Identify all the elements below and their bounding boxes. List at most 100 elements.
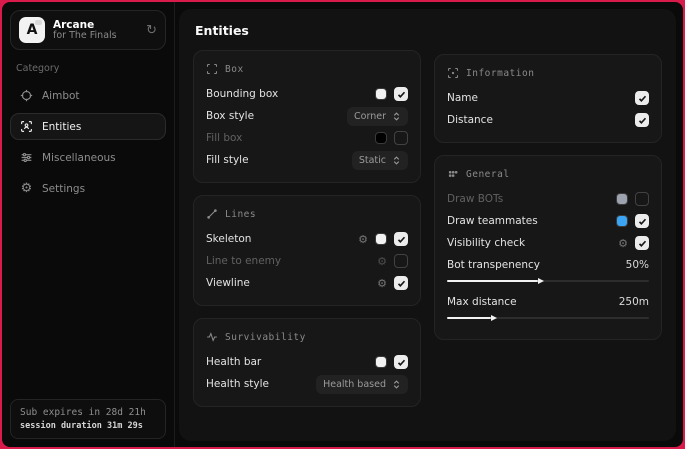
panel-title: Lines	[225, 209, 256, 220]
panel-information: Information Name Distance	[434, 54, 662, 143]
app-window: A Arcane for The Finals ↻ Category Aimbo…	[2, 2, 683, 447]
bounding-box-checkbox[interactable]	[394, 87, 408, 101]
setting-row-max-distance: Max distance 250m	[447, 291, 649, 313]
right-column: Information Name Distance	[434, 54, 662, 407]
color-swatch[interactable]	[375, 356, 387, 368]
setting-label: Bot transpenency	[447, 259, 540, 271]
gear-icon[interactable]: ⚙	[377, 278, 387, 289]
scan-dot-icon	[447, 67, 459, 79]
color-swatch[interactable]	[375, 88, 387, 100]
sidebar-item-label: Settings	[42, 183, 85, 195]
chevron-up-down-icon	[392, 380, 401, 389]
chevron-up-down-icon	[392, 156, 401, 165]
setting-label: Health bar	[206, 356, 261, 368]
max-distance-slider[interactable]	[447, 317, 649, 319]
panel-lines: Lines Skeleton ⚙ Line to enemy	[193, 195, 421, 306]
pulse-icon	[206, 331, 218, 343]
left-column: Box Bounding box Box style	[193, 50, 421, 407]
panel-box: Box Bounding box Box style	[193, 50, 421, 183]
setting-row-line-to-enemy: Line to enemy ⚙	[206, 250, 408, 272]
setting-row-distance: Distance	[447, 109, 649, 131]
max-distance-value: 250m	[619, 296, 649, 308]
main-content: Entities Box Bounding box	[179, 9, 676, 441]
check-icon	[397, 279, 406, 288]
setting-row-bot-transparency: Bot transpenency 50%	[447, 254, 649, 276]
visibility-check-checkbox[interactable]	[635, 236, 649, 250]
dropdown-value: Health based	[323, 379, 386, 390]
check-icon	[638, 239, 647, 248]
slider-thumb[interactable]	[491, 315, 497, 321]
setting-row-box-style: Box style Corner	[206, 105, 408, 127]
health-style-dropdown[interactable]: Health based	[316, 375, 408, 394]
app-title: Arcane	[53, 19, 138, 31]
setting-row-health-bar: Health bar	[206, 351, 408, 373]
health-bar-checkbox[interactable]	[394, 355, 408, 369]
dropdown-value: Static	[359, 155, 386, 166]
color-swatch[interactable]	[616, 193, 628, 205]
color-swatch[interactable]	[375, 132, 387, 144]
name-checkbox[interactable]	[635, 91, 649, 105]
draw-teammates-checkbox[interactable]	[635, 214, 649, 228]
setting-label: Visibility check	[447, 237, 525, 249]
setting-row-fill-style: Fill style Static	[206, 149, 408, 171]
setting-label: Name	[447, 92, 478, 104]
sidebar-item-aimbot[interactable]: Aimbot	[10, 82, 166, 109]
setting-label: Skeleton	[206, 233, 251, 245]
sidebar-item-label: Miscellaneous	[42, 152, 116, 164]
setting-label: Fill box	[206, 132, 242, 144]
gear-icon: ⚙	[20, 182, 33, 195]
slider-fill	[447, 280, 538, 282]
check-icon	[638, 94, 647, 103]
sidebar-item-settings[interactable]: ⚙ Settings	[10, 175, 166, 202]
setting-label: Bounding box	[206, 88, 278, 100]
subscription-expiry: Sub expires in 28d 21h	[20, 407, 156, 418]
sidebar-item-entities[interactable]: Entities	[10, 113, 166, 140]
fill-box-checkbox[interactable]	[394, 131, 408, 145]
color-swatch[interactable]	[616, 215, 628, 227]
setting-row-draw-bots: Draw BOTs	[447, 188, 649, 210]
bot-transparency-value: 50%	[626, 259, 649, 271]
fill-style-dropdown[interactable]: Static	[352, 151, 408, 170]
color-swatch[interactable]	[375, 233, 387, 245]
check-icon	[397, 235, 406, 244]
setting-label: Health style	[206, 378, 269, 390]
grid-dots-icon	[447, 168, 459, 180]
slider-thumb[interactable]	[538, 278, 544, 284]
sidebar-item-label: Aimbot	[42, 90, 80, 102]
sidebar-item-miscellaneous[interactable]: Miscellaneous	[10, 144, 166, 171]
viewline-checkbox[interactable]	[394, 276, 408, 290]
sidebar: A Arcane for The Finals ↻ Category Aimbo…	[2, 2, 175, 447]
check-icon	[397, 90, 406, 99]
page-title: Entities	[195, 23, 662, 38]
app-subtitle: for The Finals	[53, 31, 138, 42]
app-logo: A	[19, 17, 45, 43]
panel-general: General Draw BOTs Draw teammates	[434, 155, 662, 340]
panel-survivability-header: Survivability	[206, 331, 408, 343]
gear-icon[interactable]: ⚙	[618, 238, 628, 249]
diagonal-line-icon	[206, 208, 218, 220]
bot-transparency-slider[interactable]	[447, 280, 649, 282]
scan-corners-icon	[206, 63, 218, 75]
check-icon	[638, 217, 647, 226]
setting-label: Viewline	[206, 277, 250, 289]
panel-title: Survivability	[225, 332, 306, 343]
panel-title: General	[466, 169, 510, 180]
setting-row-visibility-check: Visibility check ⚙	[447, 232, 649, 254]
distance-checkbox[interactable]	[635, 113, 649, 127]
setting-row-skeleton: Skeleton ⚙	[206, 228, 408, 250]
line-to-enemy-checkbox[interactable]	[394, 254, 408, 268]
category-label: Category	[16, 63, 160, 74]
brand-text: Arcane for The Finals	[53, 19, 138, 42]
refresh-icon[interactable]: ↻	[146, 23, 157, 38]
panel-box-header: Box	[206, 63, 408, 75]
setting-row-draw-teammates: Draw teammates	[447, 210, 649, 232]
box-style-dropdown[interactable]: Corner	[347, 107, 408, 126]
panel-title: Box	[225, 64, 244, 75]
gear-icon[interactable]: ⚙	[377, 256, 387, 267]
skeleton-checkbox[interactable]	[394, 232, 408, 246]
sidebar-item-label: Entities	[42, 121, 81, 133]
panel-title: Information	[466, 68, 534, 79]
gear-icon[interactable]: ⚙	[358, 234, 368, 245]
sidebar-nav: Aimbot Entities Miscellaneous ⚙ Settings	[10, 82, 166, 202]
draw-bots-checkbox[interactable]	[635, 192, 649, 206]
